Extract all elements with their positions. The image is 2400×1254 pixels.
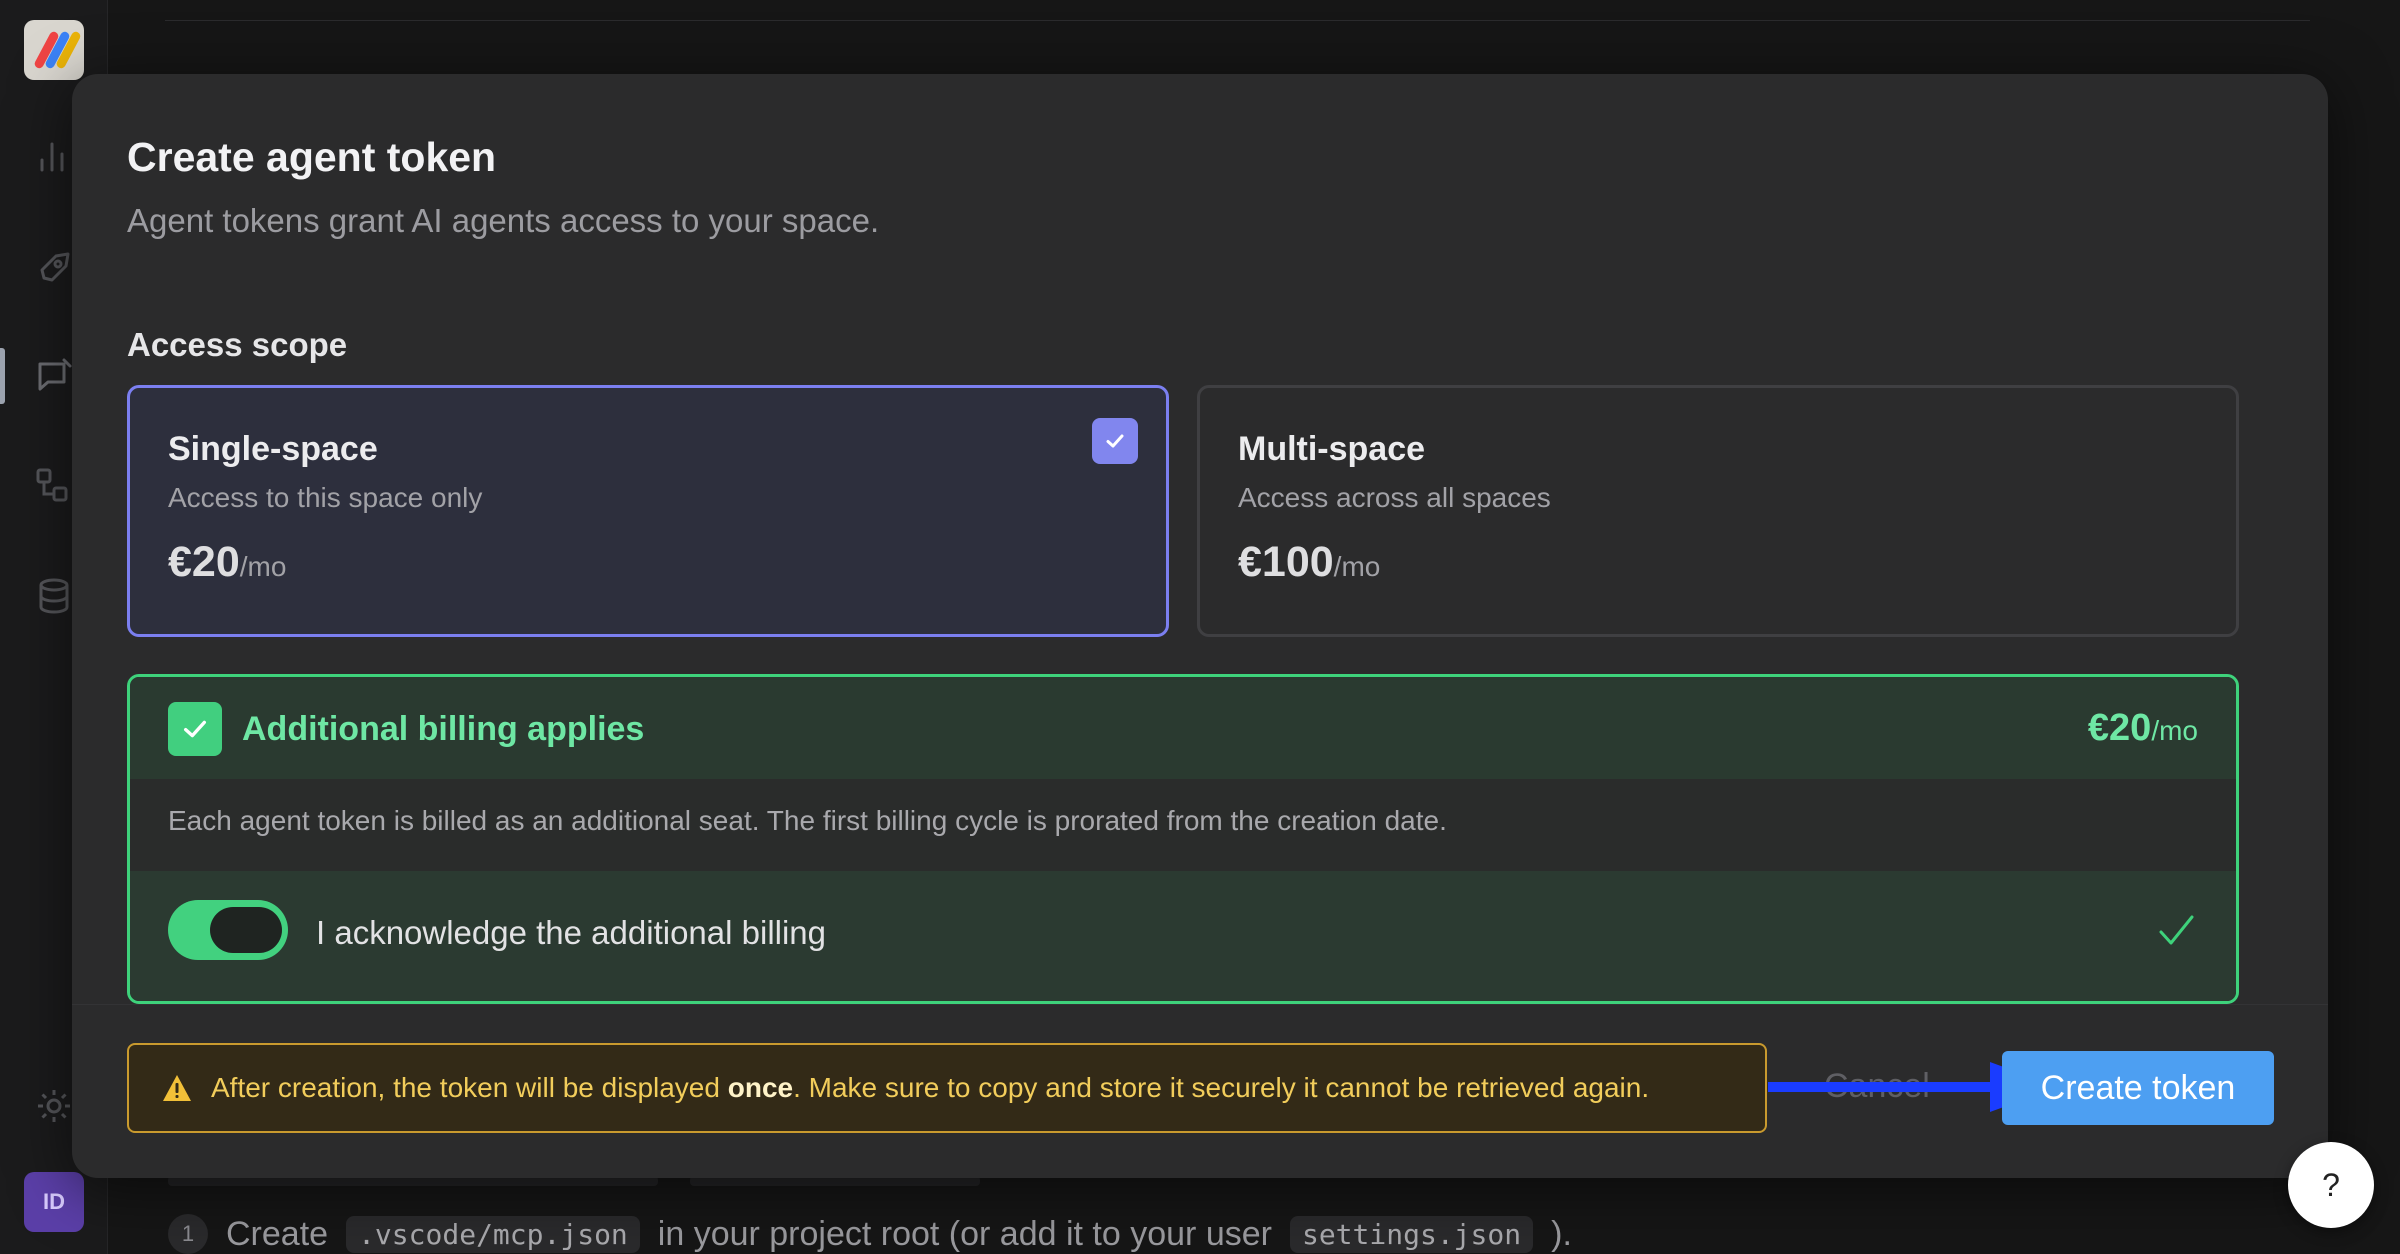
step-text: Create <box>226 1214 329 1253</box>
scope-description: Access across all spaces <box>1238 482 1551 513</box>
toggle-knob <box>210 907 282 953</box>
dialog-subtitle: Agent tokens grant AI agents access to y… <box>127 202 880 239</box>
step-text: in your project root (or add it to your … <box>657 1214 1272 1253</box>
access-scope-label: Access scope <box>127 326 348 363</box>
scope-name: Single-space <box>168 430 378 468</box>
warning-text-end: . Make sure to copy and store it securel… <box>793 1072 1650 1103</box>
billing-header: Additional billing applies €20/mo <box>130 677 2236 779</box>
billing-checkbox[interactable] <box>168 702 222 756</box>
billing-price: €20/mo <box>2088 707 2198 750</box>
create-token-button[interactable]: Create token <box>2002 1051 2274 1125</box>
billing-title: Additional billing applies <box>242 710 645 748</box>
code-snippet: .vscode/mcp.json <box>346 1215 640 1253</box>
price-period: /mo <box>2151 715 2198 746</box>
scope-name: Multi-space <box>1238 430 1426 468</box>
warning-banner: After creation, the token will be displa… <box>127 1043 1767 1133</box>
instruction-step: 1 Create .vscode/mcp.json in your projec… <box>168 1214 1572 1254</box>
warning-text: After creation, the token will be displa… <box>211 1072 1649 1104</box>
step-number: 1 <box>168 1214 208 1254</box>
avatar[interactable]: ID <box>24 1172 84 1232</box>
acknowledge-row: I acknowledge the additional billing <box>130 871 2236 1001</box>
gear-icon[interactable] <box>34 1086 74 1126</box>
price-amount: €100 <box>1238 538 1334 586</box>
billing-description: Each agent token is billed as an additio… <box>168 805 1447 836</box>
billing-panel: Additional billing applies €20/mo Each a… <box>127 674 2239 1004</box>
sidebar-active-indicator <box>0 348 5 404</box>
workflow-icon[interactable] <box>34 466 74 506</box>
step-text: ). <box>1551 1214 1572 1253</box>
price-period: /mo <box>1333 551 1381 582</box>
scope-description: Access to this space only <box>168 482 483 513</box>
scope-option-single-space[interactable]: Single-space Access to this space only €… <box>127 385 1169 637</box>
page-divider <box>165 20 2310 21</box>
database-icon[interactable] <box>34 576 74 616</box>
rocket-icon[interactable] <box>34 248 74 288</box>
dialog-title: Create agent token <box>127 134 497 180</box>
check-icon <box>2159 915 2194 945</box>
price-amount: €20 <box>2087 707 2152 749</box>
acknowledge-label: I acknowledge the additional billing <box>316 914 827 951</box>
footer-divider <box>72 1004 2328 1005</box>
warning-icon <box>163 1075 191 1101</box>
acknowledge-toggle[interactable] <box>168 900 288 960</box>
check-icon <box>1092 418 1138 464</box>
create-token-dialog: Create agent token Agent tokens grant AI… <box>72 74 2328 1178</box>
check-icon <box>184 720 206 738</box>
help-button[interactable]: ? <box>2288 1142 2374 1228</box>
warning-text-emphasis: once <box>727 1072 794 1103</box>
warning-text-start: After creation, the token will be displa… <box>211 1072 728 1103</box>
app-logo[interactable] <box>24 20 84 80</box>
scope-price: €20/mo <box>168 538 286 587</box>
code-snippet: settings.json <box>1289 1215 1534 1253</box>
chat-icon[interactable] <box>34 356 74 396</box>
price-amount: €20 <box>168 538 240 586</box>
scope-option-multi-space[interactable]: Multi-space Access across all spaces €10… <box>1197 385 2239 637</box>
price-period: /mo <box>239 551 287 582</box>
scope-price: €100/mo <box>1238 538 1380 587</box>
bar-chart-icon[interactable] <box>34 136 74 176</box>
